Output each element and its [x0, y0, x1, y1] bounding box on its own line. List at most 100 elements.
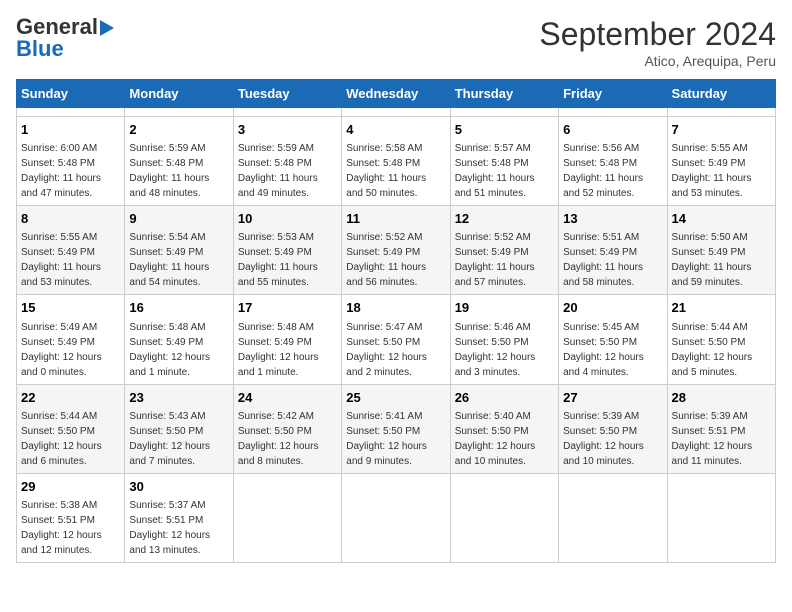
day-detail: Sunrise: 5:48 AM Sunset: 5:49 PM Dayligh… — [238, 322, 319, 378]
day-detail: Sunrise: 5:42 AM Sunset: 5:50 PM Dayligh… — [238, 411, 319, 467]
day-detail: Sunrise: 5:49 AM Sunset: 5:49 PM Dayligh… — [21, 322, 102, 378]
calendar-cell: 23 Sunrise: 5:43 AM Sunset: 5:50 PM Dayli… — [125, 384, 233, 473]
logo: General Blue — [16, 16, 120, 61]
month-title: September 2024 — [539, 16, 776, 53]
calendar-cell: 22Sunrise: 5:44 AM Sunset: 5:50 PM Dayli… — [17, 384, 125, 473]
day-of-week-header: Friday — [559, 80, 667, 108]
day-number: 10 — [238, 210, 337, 228]
day-detail: Sunrise: 5:52 AM Sunset: 5:49 PM Dayligh… — [455, 232, 535, 288]
calendar-cell: 15 Sunrise: 5:49 AM Sunset: 5:49 PM Dayli… — [17, 295, 125, 384]
day-number: 23 — [129, 389, 228, 407]
calendar-cell: 21Sunrise: 5:44 AM Sunset: 5:50 PM Dayli… — [667, 295, 775, 384]
day-detail: Sunrise: 5:40 AM Sunset: 5:50 PM Dayligh… — [455, 411, 536, 467]
calendar-cell: 25 Sunrise: 5:41 AM Sunset: 5:50 PM Dayli… — [342, 384, 450, 473]
day-detail: Sunrise: 5:58 AM Sunset: 5:48 PM Dayligh… — [346, 143, 426, 199]
calendar-cell: 26Sunrise: 5:40 AM Sunset: 5:50 PM Dayli… — [450, 384, 558, 473]
calendar-cell — [667, 473, 775, 562]
day-number: 6 — [563, 121, 662, 139]
day-number: 27 — [563, 389, 662, 407]
calendar-cell: 12 Sunrise: 5:52 AM Sunset: 5:49 PM Dayli… — [450, 206, 558, 295]
day-detail: Sunrise: 5:50 AM Sunset: 5:49 PM Dayligh… — [672, 232, 752, 288]
day-number: 13 — [563, 210, 662, 228]
calendar-cell: 24 Sunrise: 5:42 AM Sunset: 5:50 PM Dayli… — [233, 384, 341, 473]
calendar-cell: 20 Sunrise: 5:45 AM Sunset: 5:50 PM Dayli… — [559, 295, 667, 384]
calendar-cell: 29 Sunrise: 5:38 AM Sunset: 5:51 PM Dayli… — [17, 473, 125, 562]
day-detail: Sunrise: 5:59 AM Sunset: 5:48 PM Dayligh… — [129, 143, 209, 199]
calendar-cell: 27Sunrise: 5:39 AM Sunset: 5:50 PM Dayli… — [559, 384, 667, 473]
calendar-cell: 18 Sunrise: 5:47 AM Sunset: 5:50 PM Dayli… — [342, 295, 450, 384]
calendar-cell: 1 Sunrise: 6:00 AM Sunset: 5:48 PM Daylig… — [17, 117, 125, 206]
day-number: 3 — [238, 121, 337, 139]
calendar-cell: 2 Sunrise: 5:59 AM Sunset: 5:48 PM Daylig… — [125, 117, 233, 206]
day-detail: Sunrise: 5:52 AM Sunset: 5:49 PM Dayligh… — [346, 232, 426, 288]
calendar-cell: 30Sunrise: 5:37 AM Sunset: 5:51 PM Dayli… — [125, 473, 233, 562]
calendar-cell — [342, 473, 450, 562]
calendar-cell — [233, 108, 341, 117]
calendar-cell — [342, 108, 450, 117]
logo-general: General — [16, 16, 98, 38]
day-detail: Sunrise: 5:53 AM Sunset: 5:49 PM Dayligh… — [238, 232, 318, 288]
calendar-cell: 17Sunrise: 5:48 AM Sunset: 5:49 PM Dayli… — [233, 295, 341, 384]
calendar-cell: 11 Sunrise: 5:52 AM Sunset: 5:49 PM Dayli… — [342, 206, 450, 295]
day-detail: Sunrise: 5:44 AM Sunset: 5:50 PM Dayligh… — [21, 411, 102, 467]
day-detail: Sunrise: 5:37 AM Sunset: 5:51 PM Dayligh… — [129, 500, 210, 556]
day-detail: Sunrise: 5:44 AM Sunset: 5:50 PM Dayligh… — [672, 322, 753, 378]
calendar-cell: 14 Sunrise: 5:50 AM Sunset: 5:49 PM Dayli… — [667, 206, 775, 295]
day-detail: Sunrise: 5:38 AM Sunset: 5:51 PM Dayligh… — [21, 500, 102, 556]
day-number: 24 — [238, 389, 337, 407]
day-number: 11 — [346, 210, 445, 228]
calendar-cell: 6Sunrise: 5:56 AM Sunset: 5:48 PM Daylig… — [559, 117, 667, 206]
calendar-cell: 5Sunrise: 5:57 AM Sunset: 5:48 PM Daylig… — [450, 117, 558, 206]
day-detail: Sunrise: 5:55 AM Sunset: 5:49 PM Dayligh… — [672, 143, 752, 199]
day-number: 4 — [346, 121, 445, 139]
day-detail: Sunrise: 5:51 AM Sunset: 5:49 PM Dayligh… — [563, 232, 643, 288]
day-detail: Sunrise: 5:39 AM Sunset: 5:51 PM Dayligh… — [672, 411, 753, 467]
day-of-week-header: Thursday — [450, 80, 558, 108]
calendar-cell: 28 Sunrise: 5:39 AM Sunset: 5:51 PM Dayli… — [667, 384, 775, 473]
day-of-week-header: Tuesday — [233, 80, 341, 108]
day-number: 19 — [455, 299, 554, 317]
calendar-cell: 8 Sunrise: 5:55 AM Sunset: 5:49 PM Daylig… — [17, 206, 125, 295]
day-detail: Sunrise: 5:45 AM Sunset: 5:50 PM Dayligh… — [563, 322, 644, 378]
calendar-cell — [450, 108, 558, 117]
logo-arrow-icon — [100, 18, 120, 38]
day-detail: Sunrise: 5:48 AM Sunset: 5:49 PM Dayligh… — [129, 322, 210, 378]
day-detail: Sunrise: 5:41 AM Sunset: 5:50 PM Dayligh… — [346, 411, 427, 467]
calendar-cell: 16 Sunrise: 5:48 AM Sunset: 5:49 PM Dayli… — [125, 295, 233, 384]
day-number: 7 — [672, 121, 771, 139]
calendar-cell — [559, 108, 667, 117]
day-number: 16 — [129, 299, 228, 317]
calendar-cell — [450, 473, 558, 562]
calendar-cell: 10 Sunrise: 5:53 AM Sunset: 5:49 PM Dayli… — [233, 206, 341, 295]
day-number: 12 — [455, 210, 554, 228]
calendar-cell — [125, 108, 233, 117]
day-detail: Sunrise: 5:59 AM Sunset: 5:48 PM Dayligh… — [238, 143, 318, 199]
title-area: September 2024 Atico, Arequipa, Peru — [539, 16, 776, 69]
day-number: 15 — [21, 299, 120, 317]
day-detail: Sunrise: 5:55 AM Sunset: 5:49 PM Dayligh… — [21, 232, 101, 288]
day-number: 14 — [672, 210, 771, 228]
day-detail: Sunrise: 6:00 AM Sunset: 5:48 PM Dayligh… — [21, 143, 101, 199]
day-number: 25 — [346, 389, 445, 407]
location-subtitle: Atico, Arequipa, Peru — [539, 53, 776, 69]
day-number: 1 — [21, 121, 120, 139]
day-number: 8 — [21, 210, 120, 228]
day-detail: Sunrise: 5:43 AM Sunset: 5:50 PM Dayligh… — [129, 411, 210, 467]
calendar-cell — [667, 108, 775, 117]
day-number: 2 — [129, 121, 228, 139]
day-number: 18 — [346, 299, 445, 317]
calendar-cell: 9Sunrise: 5:54 AM Sunset: 5:49 PM Daylig… — [125, 206, 233, 295]
page-header: General Blue September 2024 Atico, Arequ… — [16, 16, 776, 69]
calendar-cell — [559, 473, 667, 562]
day-detail: Sunrise: 5:54 AM Sunset: 5:49 PM Dayligh… — [129, 232, 209, 288]
day-number: 20 — [563, 299, 662, 317]
day-number: 29 — [21, 478, 120, 496]
calendar-cell — [233, 473, 341, 562]
day-detail: Sunrise: 5:57 AM Sunset: 5:48 PM Dayligh… — [455, 143, 535, 199]
day-number: 28 — [672, 389, 771, 407]
day-detail: Sunrise: 5:46 AM Sunset: 5:50 PM Dayligh… — [455, 322, 536, 378]
calendar-cell: 19 Sunrise: 5:46 AM Sunset: 5:50 PM Dayli… — [450, 295, 558, 384]
day-of-week-header: Sunday — [17, 80, 125, 108]
logo-blue: Blue — [16, 36, 64, 61]
day-detail: Sunrise: 5:47 AM Sunset: 5:50 PM Dayligh… — [346, 322, 427, 378]
